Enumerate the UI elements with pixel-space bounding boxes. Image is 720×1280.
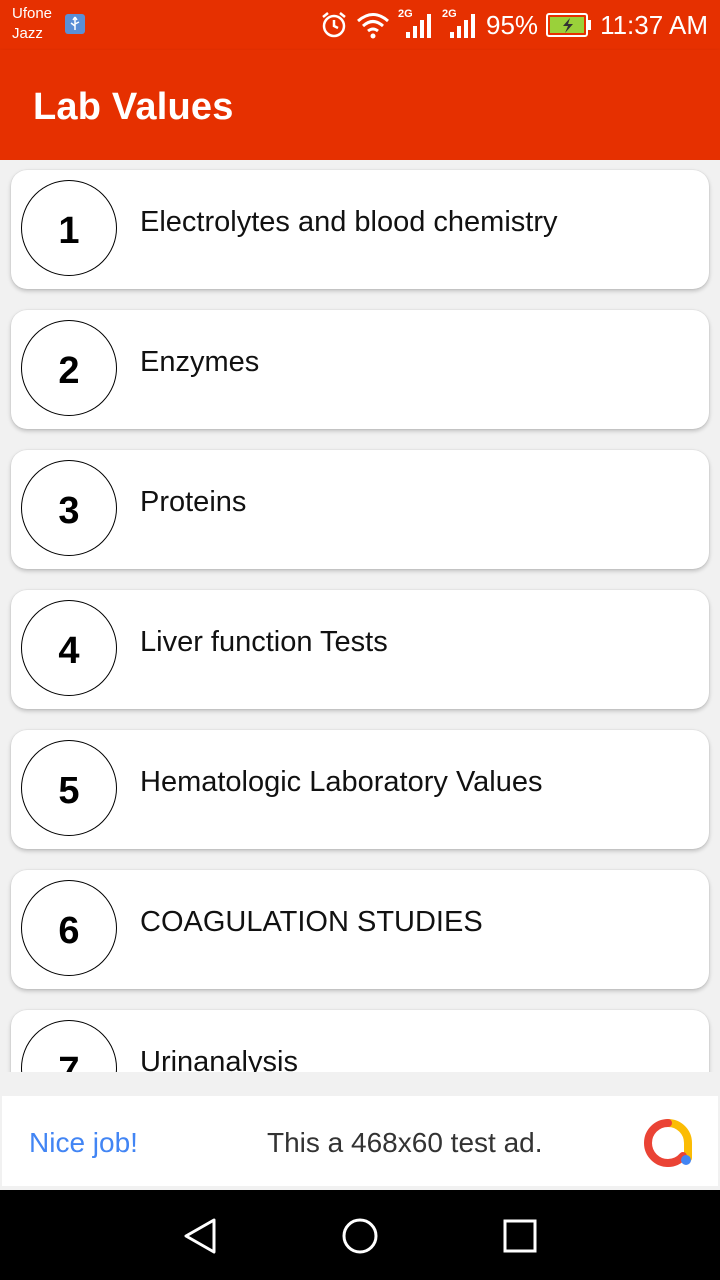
list-item[interactable]: 2 Enzymes (11, 310, 709, 429)
home-circle-icon[interactable] (336, 1212, 384, 1260)
item-label: Hematologic Laboratory Values (140, 766, 543, 798)
ad-headline[interactable]: Nice job! (29, 1127, 138, 1159)
item-label: Liver function Tests (140, 626, 388, 658)
list-item[interactable]: 3 Proteins (11, 450, 709, 569)
signal-1: 2G (398, 8, 434, 40)
usb-icon (65, 14, 85, 34)
carrier-line-1: Ufone (12, 5, 53, 22)
status-bar: Ufone Jazz 2G 2G 95% 11:37 AM (0, 0, 720, 50)
ad-logo-icon[interactable] (642, 1118, 694, 1170)
list-item[interactable]: 4 Liver function Tests (11, 590, 709, 709)
carrier-line-2: Jazz (12, 25, 43, 42)
list-item[interactable]: 6 COAGULATION STUDIES (11, 870, 709, 989)
item-number-badge: 4 (21, 600, 117, 696)
item-label: Urinanalysis (140, 1046, 298, 1072)
item-number-badge: 5 (21, 740, 117, 836)
app-bar: Lab Values (0, 50, 720, 160)
item-label: Enzymes (140, 346, 260, 378)
item-number-badge: 2 (21, 320, 117, 416)
recents-square-icon[interactable] (496, 1212, 544, 1260)
battery-percent: 95% (486, 9, 539, 40)
battery-icon (546, 13, 592, 37)
signal-icon (406, 14, 432, 38)
signal-2: 2G (442, 8, 478, 40)
alarm-icon (322, 12, 346, 38)
system-nav-bar (0, 1190, 720, 1280)
item-number-badge: 3 (21, 460, 117, 556)
carrier-info: Ufone Jazz (12, 4, 52, 44)
signal-icon (450, 14, 476, 38)
wifi-icon (357, 13, 389, 39)
item-number-badge: 7 (21, 1020, 117, 1072)
item-number-badge: 1 (21, 180, 117, 276)
item-label: COAGULATION STUDIES (140, 906, 483, 938)
back-triangle-icon[interactable] (176, 1212, 224, 1260)
list-item[interactable]: 7 Urinanalysis (11, 1010, 709, 1072)
ad-banner[interactable]: Nice job! This a 468x60 test ad. (2, 1096, 718, 1186)
ad-container: Nice job! This a 468x60 test ad. (0, 1092, 720, 1190)
page-title: Lab Values (33, 86, 234, 128)
clock: 11:37 AM (600, 9, 708, 40)
ad-body[interactable]: This a 468x60 test ad. (267, 1127, 543, 1159)
category-list[interactable]: 1 Electrolytes and blood chemistry 2 Enz… (0, 160, 720, 1072)
item-label: Proteins (140, 486, 247, 518)
list-item[interactable]: 1 Electrolytes and blood chemistry (11, 170, 709, 289)
status-icons: 2G 2G 95% 11:37 AM (320, 8, 708, 42)
item-number-badge: 6 (21, 880, 117, 976)
list-item[interactable]: 5 Hematologic Laboratory Values (11, 730, 709, 849)
item-label: Electrolytes and blood chemistry (140, 206, 558, 238)
